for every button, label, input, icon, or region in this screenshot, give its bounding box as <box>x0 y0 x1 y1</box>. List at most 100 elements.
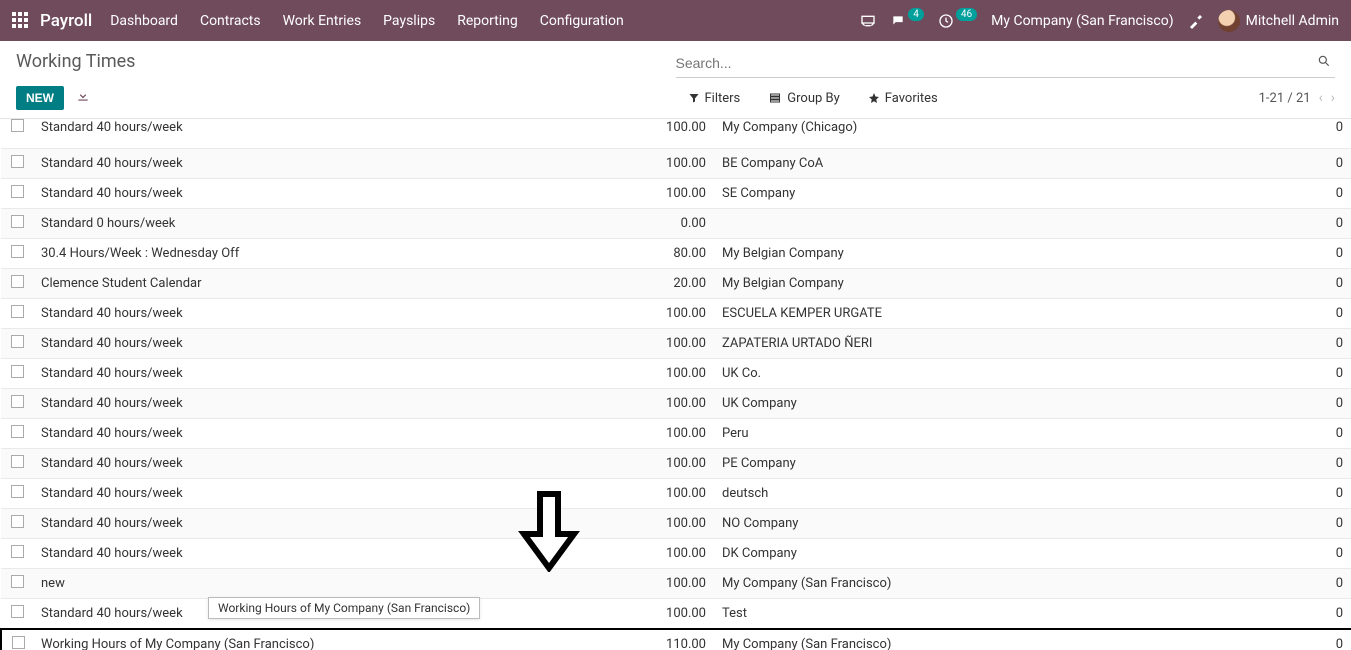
cell-name: Standard 0 hours/week <box>33 209 654 239</box>
cell-name: 30.4 Hours/Week : Wednesday Off <box>33 239 654 269</box>
user-name: Mitchell Admin <box>1246 13 1339 29</box>
control-panel: Working Times NEW Filters Group By Favor… <box>0 41 1351 119</box>
row-checkbox[interactable] <box>11 545 24 558</box>
list-scroll-area[interactable]: Standard 40 hours/week100.00My Company (… <box>0 119 1351 650</box>
cell-name: Standard 40 hours/week <box>33 299 654 329</box>
row-checkbox[interactable] <box>11 395 24 408</box>
menu-payslips[interactable]: Payslips <box>383 13 435 29</box>
row-checkbox[interactable] <box>11 245 24 258</box>
apps-icon[interactable] <box>12 12 30 30</box>
filters-label: Filters <box>705 91 741 106</box>
avatar <box>1218 10 1240 32</box>
new-button[interactable]: NEW <box>16 86 64 110</box>
cell-company: Peru <box>714 419 1311 449</box>
favorites-button[interactable]: Favorites <box>868 91 938 106</box>
user-menu[interactable]: Mitchell Admin <box>1218 10 1339 32</box>
cell-count: 0 <box>1311 509 1351 539</box>
cell-count: 0 <box>1311 119 1351 143</box>
company-switcher[interactable]: My Company (San Francisco) <box>991 13 1173 29</box>
cell-hours: 100.00 <box>654 359 714 389</box>
cell-company: deutsch <box>714 479 1311 509</box>
cell-name: Standard 40 hours/week <box>33 389 654 419</box>
cell-name: new <box>33 569 654 599</box>
row-checkbox[interactable] <box>11 119 24 132</box>
row-checkbox[interactable] <box>11 575 24 588</box>
cell-name: Standard 40 hours/week <box>33 119 654 143</box>
table-row[interactable]: Standard 40 hours/week100.00UK Company0 <box>1 389 1351 419</box>
table-row[interactable]: Standard 40 hours/week100.00deutsch0 <box>1 479 1351 509</box>
cell-company: UK Company <box>714 389 1311 419</box>
search-input[interactable] <box>676 51 1314 75</box>
table-row[interactable]: Standard 40 hours/week100.00SE Company0 <box>1 179 1351 209</box>
pager-next-icon[interactable]: › <box>1331 90 1335 106</box>
table-row[interactable]: Standard 40 hours/week100.00UK Co.0 <box>1 359 1351 389</box>
row-checkbox[interactable] <box>11 425 24 438</box>
row-checkbox[interactable] <box>11 155 24 168</box>
cell-company: UK Co. <box>714 359 1311 389</box>
cell-hours: 20.00 <box>654 269 714 299</box>
navbar: Payroll Dashboard Contracts Work Entries… <box>0 0 1351 41</box>
menu-configuration[interactable]: Configuration <box>540 13 624 29</box>
table-row[interactable]: Standard 40 hours/week100.00NO Company0 <box>1 509 1351 539</box>
table-row[interactable]: Standard 40 hours/week100.00My Company (… <box>1 119 1351 143</box>
cell-company: My Company (San Francisco) <box>714 569 1311 599</box>
row-checkbox[interactable] <box>11 185 24 198</box>
row-checkbox[interactable] <box>11 275 24 288</box>
menu-work-entries[interactable]: Work Entries <box>283 13 362 29</box>
cell-company: ESCUELA KEMPER URGATE <box>714 299 1311 329</box>
groupby-button[interactable]: Group By <box>768 91 840 106</box>
cell-hours: 100.00 <box>654 149 714 179</box>
row-checkbox[interactable] <box>11 215 24 228</box>
table-row[interactable]: Standard 40 hours/week100.00ZAPATERIA UR… <box>1 329 1351 359</box>
row-checkbox[interactable] <box>11 485 24 498</box>
row-checkbox[interactable] <box>11 455 24 468</box>
cell-count: 0 <box>1311 239 1351 269</box>
cell-hours: 0.00 <box>654 209 714 239</box>
cell-company: Test <box>714 599 1311 630</box>
cell-hours: 100.00 <box>654 299 714 329</box>
table-row[interactable]: new100.00My Company (San Francisco)0 <box>1 569 1351 599</box>
menu-dashboard[interactable]: Dashboard <box>110 13 178 29</box>
table-row[interactable]: Standard 40 hours/week100.00Peru0 <box>1 419 1351 449</box>
row-checkbox[interactable] <box>11 365 24 378</box>
table-row[interactable]: Standard 0 hours/week0.000 <box>1 209 1351 239</box>
cell-hours: 100.00 <box>654 449 714 479</box>
search-icon[interactable] <box>1313 54 1335 72</box>
cell-company: BE Company CoA <box>714 149 1311 179</box>
cell-name: Standard 40 hours/week <box>33 509 654 539</box>
pager-text: 1-21 / 21 <box>1259 91 1311 106</box>
menu-reporting[interactable]: Reporting <box>457 13 518 29</box>
filters-button[interactable]: Filters <box>688 91 741 106</box>
row-checkbox[interactable] <box>11 335 24 348</box>
cell-count: 0 <box>1311 599 1351 630</box>
cell-count: 0 <box>1311 329 1351 359</box>
download-icon[interactable] <box>76 89 90 107</box>
row-checkbox[interactable] <box>11 515 24 528</box>
clock-icon[interactable]: 46 <box>938 13 977 29</box>
wrench-icon[interactable] <box>1188 13 1204 29</box>
cell-hours: 100.00 <box>654 539 714 569</box>
pager-prev-icon[interactable]: ‹ <box>1319 90 1323 106</box>
cell-hours: 100.00 <box>654 419 714 449</box>
cell-name: Clemence Student Calendar <box>33 269 654 299</box>
table-row[interactable]: Standard 40 hours/week100.00PE Company0 <box>1 449 1351 479</box>
cell-company: SE Company <box>714 179 1311 209</box>
cell-count: 0 <box>1311 419 1351 449</box>
row-checkbox[interactable] <box>12 636 25 649</box>
chat-icon[interactable]: 4 <box>890 14 924 28</box>
brand[interactable]: Payroll <box>40 11 92 31</box>
menu-contracts[interactable]: Contracts <box>200 13 261 29</box>
row-checkbox[interactable] <box>11 605 24 618</box>
table-row[interactable]: Standard 40 hours/week100.00DK Company0 <box>1 539 1351 569</box>
tooltip: Working Hours of My Company (San Francis… <box>208 597 480 619</box>
table-row[interactable]: Standard 40 hours/week100.00ESCUELA KEMP… <box>1 299 1351 329</box>
search-wrap <box>676 51 1336 78</box>
table-row[interactable]: Standard 40 hours/week100.00Test0 <box>1 599 1351 630</box>
row-checkbox[interactable] <box>11 305 24 318</box>
pager: 1-21 / 21 ‹ › <box>1259 90 1335 106</box>
table-row[interactable]: Clemence Student Calendar20.00My Belgian… <box>1 269 1351 299</box>
table-row[interactable]: Standard 40 hours/week100.00BE Company C… <box>1 149 1351 179</box>
phone-icon[interactable] <box>860 14 876 28</box>
cell-name: Standard 40 hours/week <box>33 479 654 509</box>
table-row[interactable]: 30.4 Hours/Week : Wednesday Off80.00My B… <box>1 239 1351 269</box>
